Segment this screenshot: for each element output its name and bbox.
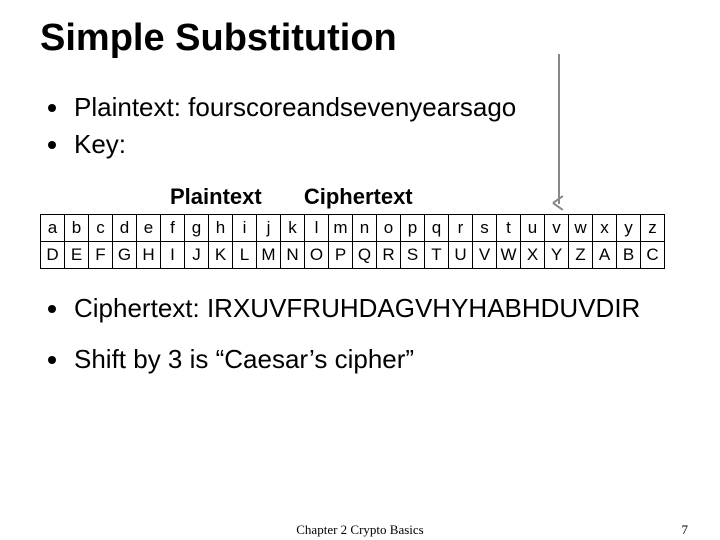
cell: V (473, 241, 497, 268)
cell: m (329, 214, 353, 241)
cell: s (473, 214, 497, 241)
cell: D (41, 241, 65, 268)
plaintext-label: Plaintext (170, 184, 262, 210)
cell: B (617, 241, 641, 268)
cell: T (425, 241, 449, 268)
cell: v (545, 214, 569, 241)
cell: l (305, 214, 329, 241)
cell: z (641, 214, 665, 241)
cell: I (161, 241, 185, 268)
cell: r (449, 214, 473, 241)
cell: t (497, 214, 521, 241)
cell: y (617, 214, 641, 241)
cell: u (521, 214, 545, 241)
cell: C (641, 241, 665, 268)
cell: d (113, 214, 137, 241)
cell: e (137, 214, 161, 241)
cell: k (281, 214, 305, 241)
cell: Z (569, 241, 593, 268)
cell: c (89, 214, 113, 241)
ciphertext-label: Ciphertext (304, 184, 413, 210)
cell: U (449, 241, 473, 268)
bullet-list-top: Plaintext: fourscoreandsevenyearsago Key… (40, 90, 690, 162)
cell: Q (353, 241, 377, 268)
cell: O (305, 241, 329, 268)
list-item: Key: (40, 127, 690, 162)
cell: S (401, 241, 425, 268)
cell: K (209, 241, 233, 268)
cell: H (137, 241, 161, 268)
cell: j (257, 214, 281, 241)
cell: g (185, 214, 209, 241)
cell: f (161, 214, 185, 241)
list-item: Plaintext: fourscoreandsevenyearsago (40, 90, 690, 125)
table-heading-row: Plaintext Ciphertext (170, 184, 690, 210)
cell: W (497, 241, 521, 268)
cell: b (65, 214, 89, 241)
cell: M (257, 241, 281, 268)
cell: E (65, 241, 89, 268)
cell: J (185, 241, 209, 268)
cell: n (353, 214, 377, 241)
cell: x (593, 214, 617, 241)
slide: Simple Substitution Plaintext: fourscore… (0, 0, 720, 540)
cell: i (233, 214, 257, 241)
cell: P (329, 241, 353, 268)
cell: N (281, 241, 305, 268)
cell: a (41, 214, 65, 241)
cell: w (569, 214, 593, 241)
cell: R (377, 241, 401, 268)
cell: G (113, 241, 137, 268)
bullet-list-bottom: Ciphertext: IRXUVFRUHDAGVHYHABHDUVDIR Sh… (40, 291, 690, 377)
cipher-key-table: a b c d e f g h i j k l m n o p q r s t … (40, 214, 665, 269)
list-item: Shift by 3 is “Caesar’s cipher” (40, 342, 690, 377)
cell: Y (545, 241, 569, 268)
list-item: Ciphertext: IRXUVFRUHDAGVHYHABHDUVDIR (40, 291, 690, 326)
page-title: Simple Substitution (40, 18, 690, 60)
cell: q (425, 214, 449, 241)
cell: o (377, 214, 401, 241)
cell: L (233, 241, 257, 268)
table-row-plain: a b c d e f g h i j k l m n o p q r s t … (41, 214, 665, 241)
table-row-cipher: D E F G H I J K L M N O P Q R S T U V W … (41, 241, 665, 268)
cell: h (209, 214, 233, 241)
cell: F (89, 241, 113, 268)
footer-chapter: Chapter 2 Crypto Basics (296, 522, 423, 538)
cell: A (593, 241, 617, 268)
cell: X (521, 241, 545, 268)
footer-page-number: 7 (682, 522, 689, 538)
cell: p (401, 214, 425, 241)
